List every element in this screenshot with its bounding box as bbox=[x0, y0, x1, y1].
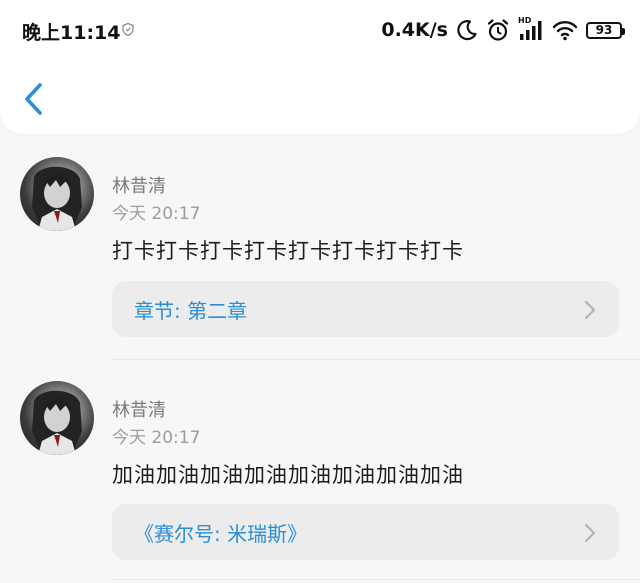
cellular-signal-icon: HD bbox=[518, 16, 544, 42]
divider bbox=[112, 359, 640, 360]
back-arrow-icon[interactable] bbox=[20, 81, 50, 117]
comment-time: 今天 20:17 bbox=[112, 428, 201, 448]
comment-content: 加油加油加油加油加油加油加油加油 bbox=[112, 463, 464, 487]
network-speed: 0.4K/s bbox=[381, 19, 448, 41]
battery-level: 93 bbox=[595, 23, 613, 37]
status-bar: 晚上11:14 0.4K/s HD 93 bbox=[0, 0, 640, 60]
chevron-right-icon bbox=[584, 523, 596, 543]
avatar[interactable] bbox=[20, 157, 94, 231]
comment-author: 林昔清 bbox=[112, 400, 166, 421]
divider bbox=[112, 579, 640, 580]
top-nav-bar bbox=[0, 60, 640, 134]
avatar[interactable] bbox=[20, 381, 94, 455]
battery-icon: 93 bbox=[586, 21, 625, 39]
book-link-text: 《赛尔号: 米瑞斯》 bbox=[134, 522, 308, 546]
comment-content: 打卡打卡打卡打卡打卡打卡打卡打卡 bbox=[112, 239, 464, 263]
comment-time: 今天 20:17 bbox=[112, 204, 201, 224]
moon-icon bbox=[457, 20, 477, 41]
chapter-link-card[interactable]: 章节: 第二章 bbox=[112, 281, 619, 337]
shield-icon bbox=[122, 23, 134, 36]
book-link-card[interactable]: 《赛尔号: 米瑞斯》 bbox=[112, 504, 619, 560]
status-time: 晚上11:14 bbox=[22, 22, 121, 44]
comment-author: 林昔清 bbox=[112, 176, 166, 197]
alarm-icon bbox=[487, 19, 509, 41]
chevron-right-icon bbox=[584, 300, 596, 320]
chapter-link-text: 章节: 第二章 bbox=[134, 299, 248, 323]
wifi-icon bbox=[552, 21, 578, 41]
